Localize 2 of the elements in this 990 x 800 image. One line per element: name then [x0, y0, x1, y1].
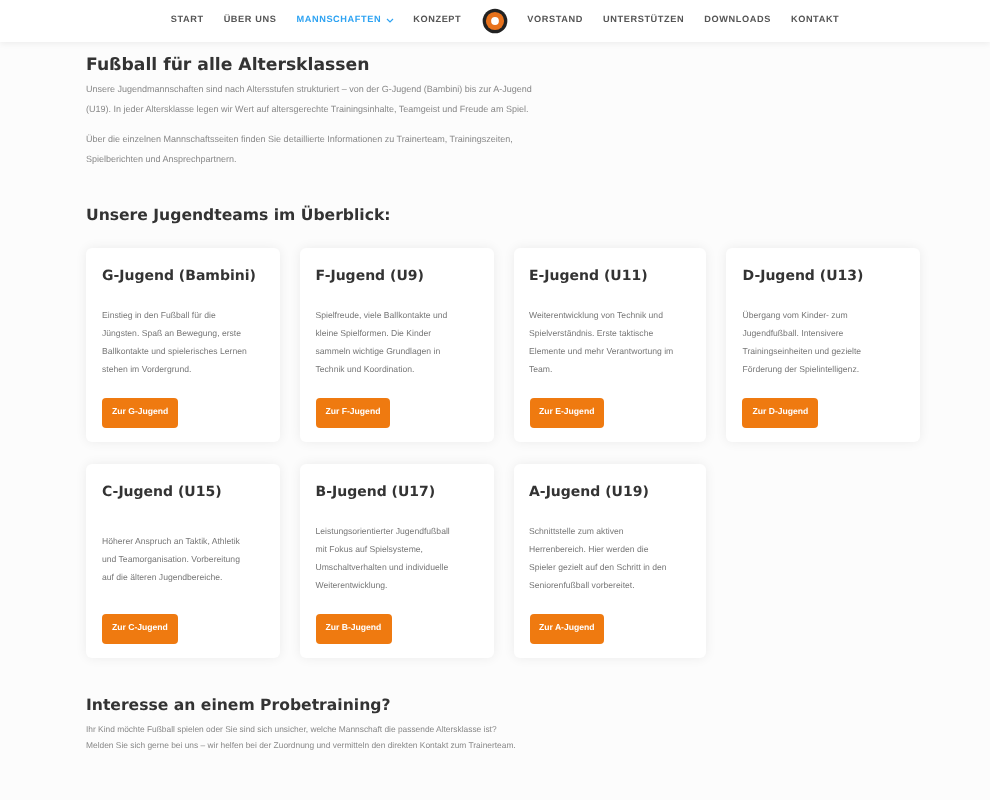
page-heading: Fußball für alle Altersklassen — [86, 54, 372, 78]
club-logo-icon[interactable] — [481, 8, 508, 34]
